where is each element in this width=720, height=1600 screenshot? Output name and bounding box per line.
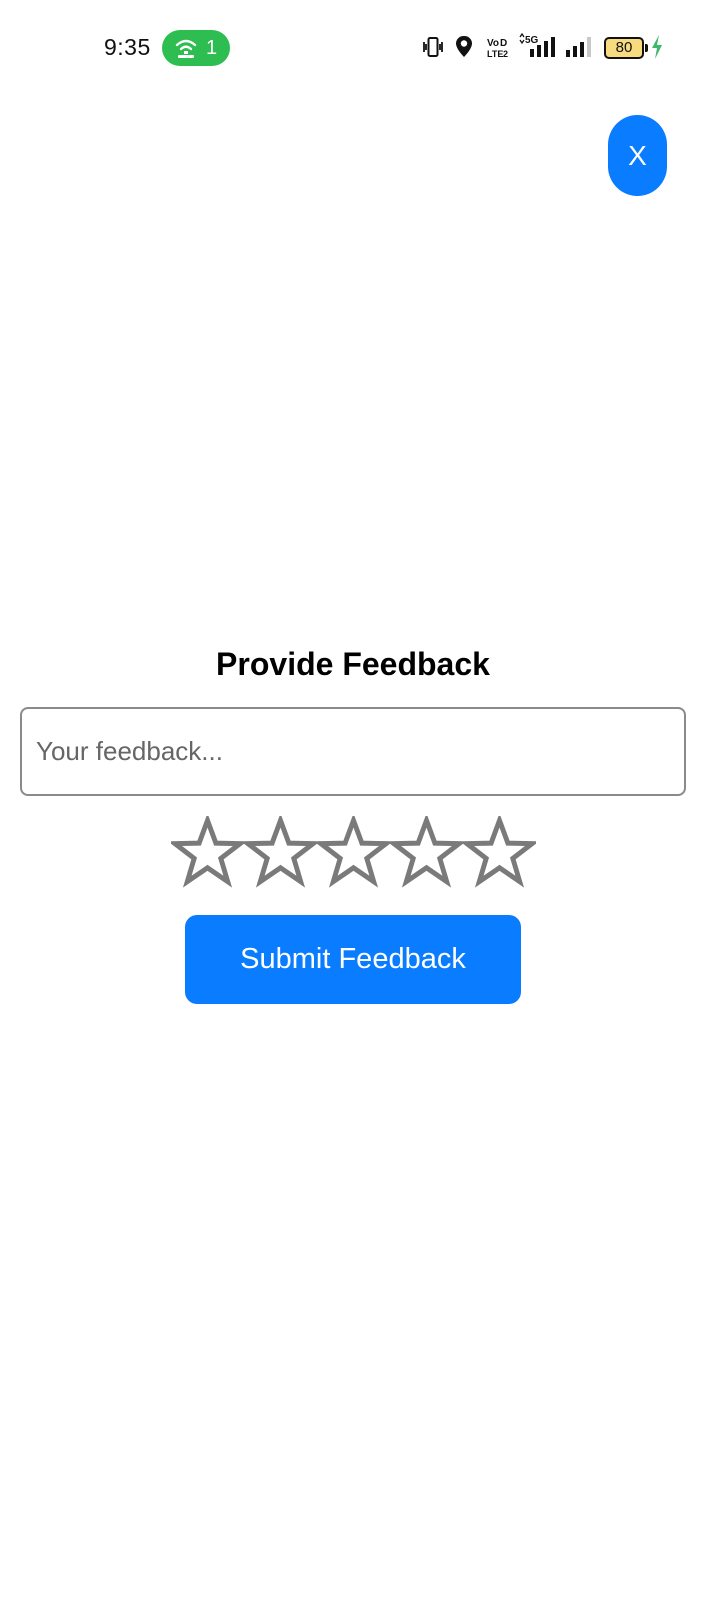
hotspot-count: 1 bbox=[206, 37, 218, 59]
hotspot-icon bbox=[175, 39, 197, 58]
star-rating bbox=[171, 816, 536, 890]
volte-icon: Vo D LTE 2 bbox=[487, 38, 508, 58]
location-icon bbox=[456, 36, 472, 57]
hotspot-indicator: 1 bbox=[162, 30, 230, 66]
vibrate-icon bbox=[423, 37, 443, 57]
star-outline-icon[interactable] bbox=[390, 816, 463, 890]
star-outline-icon[interactable] bbox=[317, 816, 390, 890]
status-bar: 9:35 1 Vo D LTE 2 5G 80 bbox=[0, 0, 720, 96]
submit-feedback-button[interactable]: Submit Feedback bbox=[185, 915, 521, 1004]
star-outline-icon[interactable] bbox=[171, 816, 244, 890]
svg-text:D: D bbox=[500, 38, 507, 49]
5g-signal-icon: 5G bbox=[519, 33, 555, 57]
status-time: 9:35 bbox=[104, 34, 151, 60]
feedback-input[interactable] bbox=[20, 707, 686, 796]
svg-text:LTE: LTE bbox=[487, 49, 503, 58]
charging-icon bbox=[652, 35, 662, 59]
close-button[interactable]: X bbox=[608, 115, 667, 196]
feedback-screen: 9:35 1 Vo D LTE 2 5G 80 X Provide Feedba… bbox=[0, 0, 720, 1600]
star-outline-icon[interactable] bbox=[463, 816, 536, 890]
signal-icon bbox=[566, 37, 591, 57]
battery-tip bbox=[645, 44, 648, 52]
star-outline-icon[interactable] bbox=[244, 816, 317, 890]
battery-level: 80 bbox=[615, 39, 633, 56]
svg-text:Vo: Vo bbox=[487, 38, 499, 49]
svg-text:5G: 5G bbox=[525, 35, 539, 46]
svg-text:2: 2 bbox=[503, 49, 508, 58]
status-icons: Vo D LTE 2 5G 80 bbox=[422, 32, 662, 62]
battery-icon: 80 bbox=[604, 37, 644, 59]
feedback-title: Provide Feedback bbox=[216, 646, 490, 682]
